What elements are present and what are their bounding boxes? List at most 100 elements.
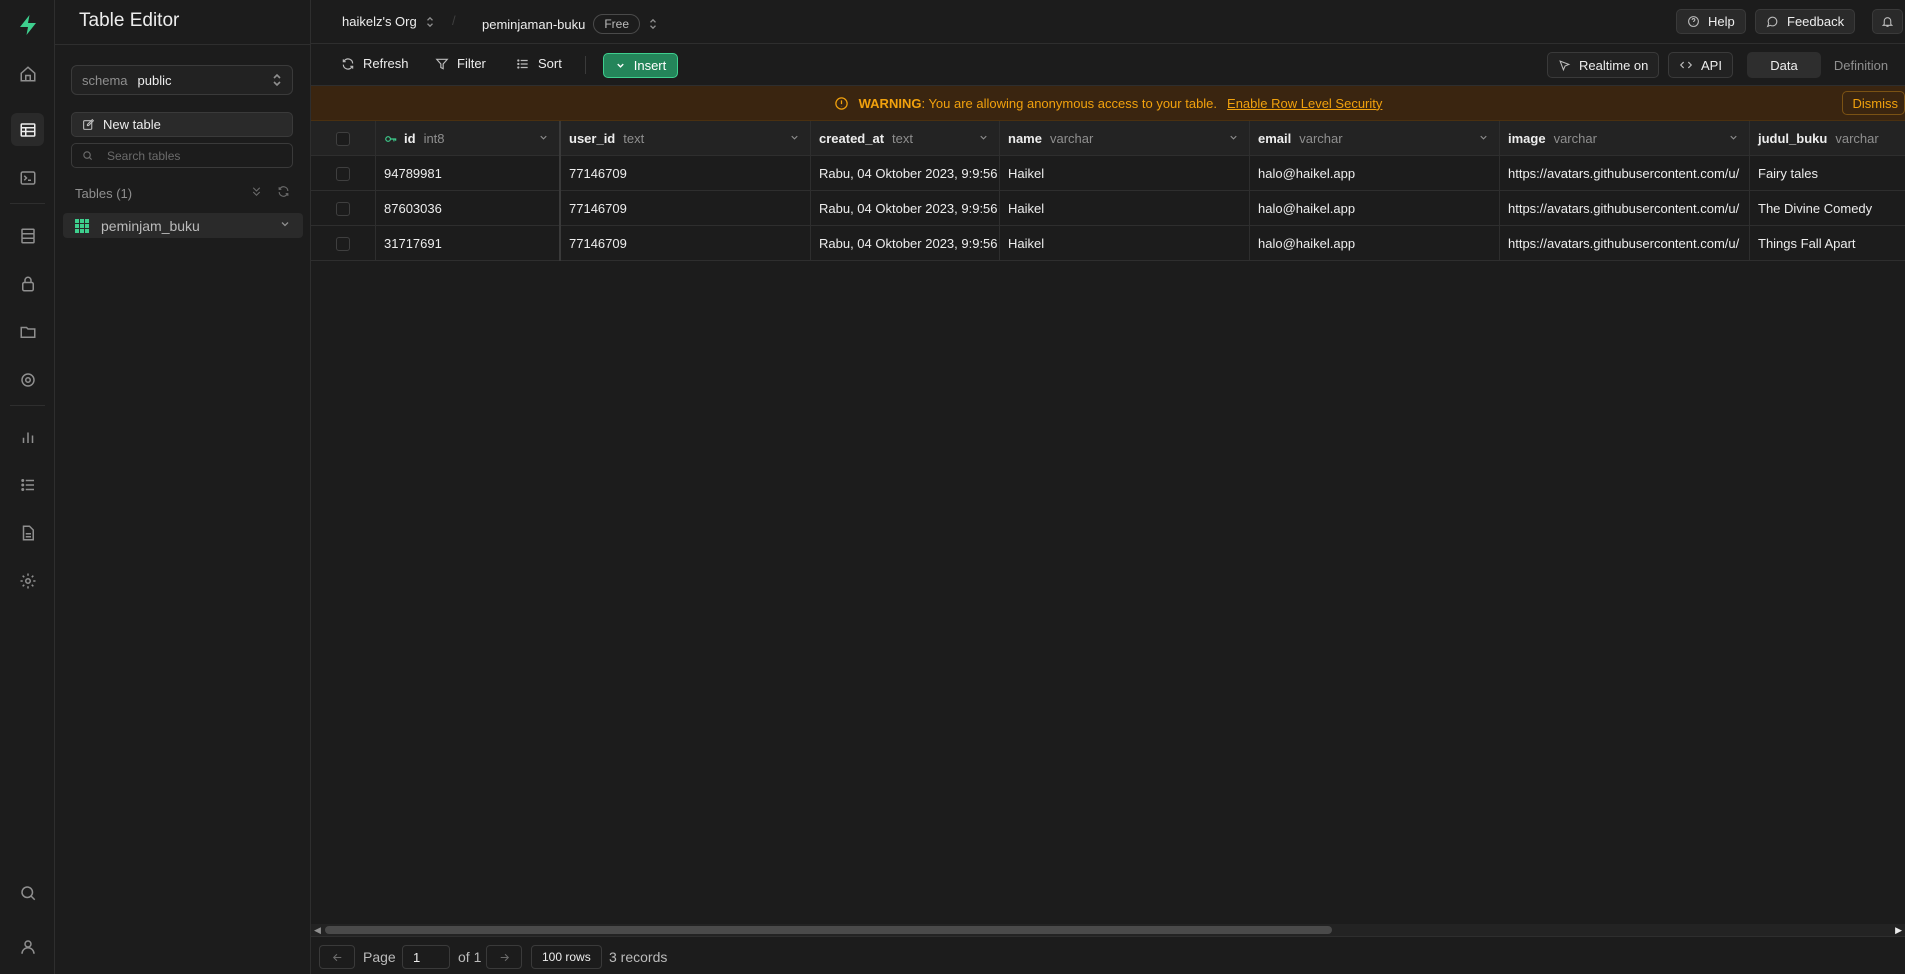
- cell-name[interactable]: Haikel: [1000, 191, 1250, 226]
- rail-divider: [10, 405, 45, 406]
- dismiss-button[interactable]: Dismiss: [1841, 91, 1905, 115]
- cell-user-id[interactable]: 77146709: [561, 156, 811, 191]
- chevron-down-icon[interactable]: [279, 218, 291, 230]
- toolbar-divider: [585, 56, 586, 74]
- cell-judul-buku[interactable]: Things Fall Apart: [1750, 226, 1905, 261]
- new-table-button[interactable]: New table: [71, 112, 293, 137]
- project-switcher[interactable]: peminjaman-buku Free: [482, 14, 658, 34]
- tab-definition[interactable]: Definition: [1821, 52, 1901, 78]
- column-name: id: [404, 131, 416, 146]
- cell-id[interactable]: 31717691: [376, 226, 561, 261]
- user-account-icon[interactable]: [11, 930, 44, 963]
- home-icon[interactable]: [11, 57, 44, 90]
- schema-select[interactable]: schema public: [71, 65, 293, 95]
- cell-created-at[interactable]: Rabu, 04 Oktober 2023, 9:9:56: [811, 226, 1000, 261]
- cell-judul-buku[interactable]: The Divine Comedy: [1750, 191, 1905, 226]
- api-label: API: [1701, 57, 1722, 73]
- filter-icon: [435, 57, 449, 71]
- cell-email[interactable]: halo@haikel.app: [1250, 226, 1500, 261]
- storage-folder-icon[interactable]: [11, 315, 44, 348]
- notifications-button[interactable]: [1872, 9, 1903, 34]
- filter-label: Filter: [457, 56, 486, 71]
- scroll-left-arrow-icon[interactable]: ◀: [314, 925, 321, 936]
- cell-image[interactable]: https://avatars.githubusercontent.com/u/: [1500, 156, 1750, 191]
- cell-judul-buku[interactable]: Fairy tales: [1750, 156, 1905, 191]
- select-all-checkbox[interactable]: [336, 131, 350, 146]
- chevron-updown-icon: [425, 16, 435, 28]
- cell-created-at[interactable]: Rabu, 04 Oktober 2023, 9:9:56: [811, 191, 1000, 226]
- cell-image[interactable]: https://avatars.githubusercontent.com/u/: [1500, 191, 1750, 226]
- chevron-down-icon[interactable]: [978, 132, 989, 143]
- collapse-all-icon[interactable]: [250, 185, 263, 198]
- cell-id[interactable]: 87603036: [376, 191, 561, 226]
- column-header-judul-buku[interactable]: judul_buku varchar: [1750, 121, 1905, 156]
- cell-name[interactable]: Haikel: [1000, 226, 1250, 261]
- cell-user-id[interactable]: 77146709: [561, 226, 811, 261]
- column-header-name[interactable]: name varchar: [1000, 121, 1250, 156]
- tables-heading-actions: [250, 185, 290, 198]
- tab-data[interactable]: Data: [1747, 52, 1821, 78]
- api-button[interactable]: API: [1668, 52, 1733, 78]
- supabase-logo-icon[interactable]: [11, 8, 44, 41]
- refresh-button[interactable]: Refresh: [341, 56, 409, 71]
- column-name: user_id: [569, 131, 616, 146]
- realtime-button[interactable]: Realtime on: [1547, 52, 1660, 78]
- cell-user-id[interactable]: 77146709: [561, 191, 811, 226]
- cell-name[interactable]: Haikel: [1000, 156, 1250, 191]
- cell-id[interactable]: 94789981: [376, 156, 561, 191]
- column-header-image[interactable]: image varchar: [1500, 121, 1750, 156]
- refresh-icon: [341, 57, 355, 71]
- help-button[interactable]: Help: [1676, 9, 1746, 34]
- chevron-updown-icon: [271, 73, 283, 87]
- enable-rls-link[interactable]: Enable Row Level Security: [1227, 96, 1382, 111]
- api-docs-icon[interactable]: [11, 516, 44, 549]
- auth-lock-icon[interactable]: [11, 267, 44, 300]
- search-tables-input[interactable]: Search tables: [71, 143, 293, 168]
- scrollbar-thumb[interactable]: [325, 926, 1332, 934]
- column-header-created-at[interactable]: created_at text: [811, 121, 1000, 156]
- next-page-button[interactable]: [486, 945, 522, 969]
- table-row[interactable]: 31717691 77146709 Rabu, 04 Oktober 2023,…: [311, 226, 1905, 261]
- logs-list-icon[interactable]: [11, 468, 44, 501]
- refresh-tables-icon[interactable]: [277, 185, 290, 198]
- rows-per-page-button[interactable]: 100 rows: [531, 945, 602, 969]
- sort-button[interactable]: Sort: [516, 56, 562, 71]
- chevron-down-icon[interactable]: [1478, 132, 1489, 143]
- reports-chart-icon[interactable]: [11, 420, 44, 453]
- column-header-id[interactable]: id int8: [376, 121, 561, 156]
- cell-email[interactable]: halo@haikel.app: [1250, 156, 1500, 191]
- insert-button[interactable]: Insert: [603, 53, 678, 78]
- table-row[interactable]: 94789981 77146709 Rabu, 04 Oktober 2023,…: [311, 156, 1905, 191]
- row-checkbox[interactable]: [336, 236, 350, 251]
- search-icon[interactable]: [11, 876, 44, 909]
- chevron-down-icon[interactable]: [789, 132, 800, 143]
- column-header-user-id[interactable]: user_id text: [561, 121, 811, 156]
- project-name: peminjaman-buku: [482, 16, 586, 32]
- previous-page-button[interactable]: [319, 945, 355, 969]
- cell-image[interactable]: https://avatars.githubusercontent.com/u/: [1500, 226, 1750, 261]
- settings-gear-icon[interactable]: [11, 564, 44, 597]
- org-switcher[interactable]: haikelz's Org: [342, 14, 435, 29]
- chevron-down-icon[interactable]: [538, 132, 549, 143]
- table-editor-icon[interactable]: [11, 113, 44, 146]
- table-row[interactable]: 87603036 77146709 Rabu, 04 Oktober 2023,…: [311, 191, 1905, 226]
- edge-functions-icon[interactable]: [11, 363, 44, 396]
- database-icon[interactable]: [11, 219, 44, 252]
- filter-button[interactable]: Filter: [435, 56, 486, 71]
- chevron-down-icon[interactable]: [1728, 132, 1739, 143]
- feedback-button[interactable]: Feedback: [1755, 9, 1856, 34]
- cell-email[interactable]: halo@haikel.app: [1250, 191, 1500, 226]
- feedback-label: Feedback: [1787, 14, 1845, 29]
- column-header-email[interactable]: email varchar: [1250, 121, 1500, 156]
- sql-editor-icon[interactable]: [11, 161, 44, 194]
- warning-message: : You are allowing anonymous access to y…: [921, 95, 1218, 111]
- row-checkbox[interactable]: [336, 201, 350, 216]
- horizontal-scrollbar[interactable]: ◀ ▶: [311, 924, 1905, 936]
- row-checkbox-cell: [311, 156, 376, 191]
- chevron-down-icon[interactable]: [1228, 132, 1239, 143]
- scroll-right-arrow-icon[interactable]: ▶: [1895, 925, 1902, 936]
- sidebar-item-peminjam-buku[interactable]: peminjam_buku: [63, 213, 303, 238]
- cell-created-at[interactable]: Rabu, 04 Oktober 2023, 9:9:56: [811, 156, 1000, 191]
- page-number-input[interactable]: 1: [402, 945, 450, 969]
- row-checkbox[interactable]: [336, 166, 350, 181]
